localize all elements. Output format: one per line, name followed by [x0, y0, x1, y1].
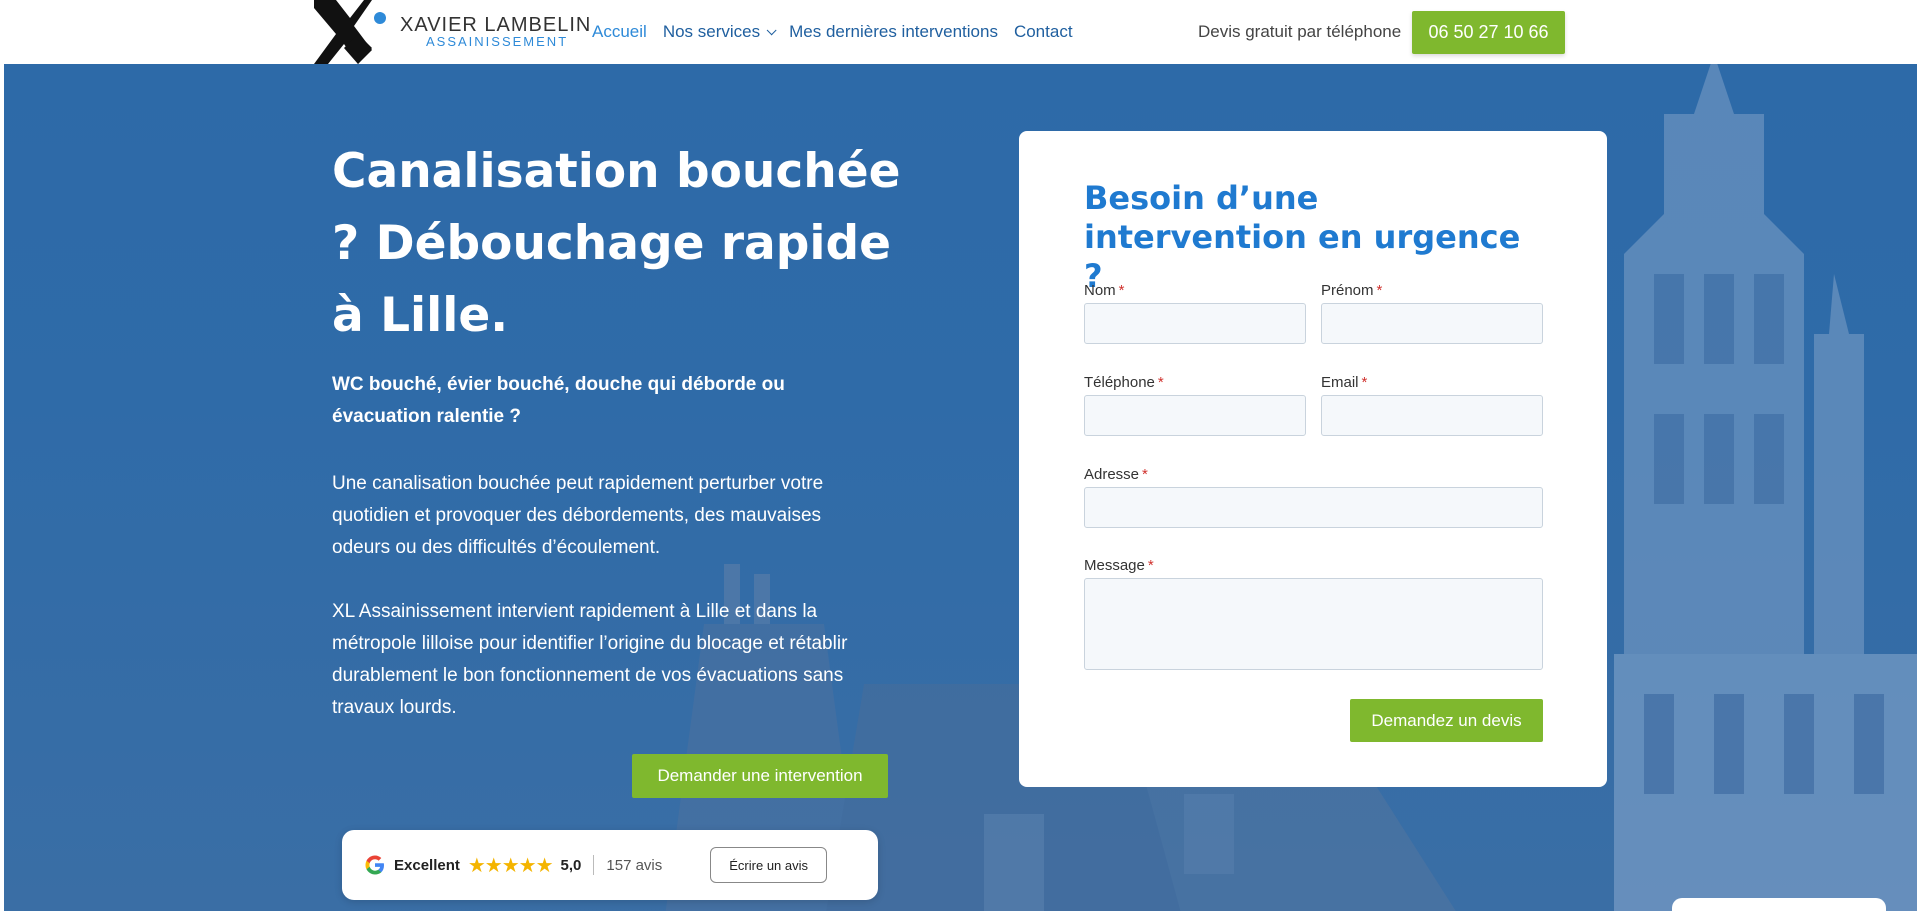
nav-item-interventions[interactable]: Mes dernières interventions	[789, 22, 998, 42]
required-mark: *	[1118, 282, 1125, 299]
message-label: Message *	[1084, 557, 1154, 574]
hero-section: Canalisation bouchée ? Débouchage rapide…	[4, 64, 1917, 911]
nav-item-accueil[interactable]: Accueil	[592, 22, 647, 42]
nav-item-services-label: Nos services	[662, 22, 761, 41]
nom-input[interactable]	[1084, 303, 1306, 344]
telephone-input[interactable]	[1084, 395, 1306, 436]
required-mark: *	[1157, 374, 1164, 391]
contact-form: Besoin d’une intervention en urgence ? N…	[1019, 131, 1607, 787]
phone-button[interactable]: 06 50 27 10 66	[1412, 11, 1565, 54]
hero-subtitle: WC bouché, évier bouché, douche qui débo…	[332, 374, 785, 427]
google-reviews-widget: Excellent ★★★★★ 5,0 157 avis Écrire un a…	[342, 830, 878, 900]
google-icon	[365, 855, 384, 875]
hero-paragraph-2: XL Assainissement intervient rapidement …	[332, 601, 848, 718]
prenom-label: Prénom *	[1321, 282, 1382, 299]
site-header: XAVIER LAMBELIN ASSAINISSEMENT Accueil N…	[0, 0, 1920, 64]
logo[interactable]: XAVIER LAMBELIN ASSAINISSEMENT	[314, 0, 590, 64]
chevron-down-icon	[766, 24, 777, 35]
reviews-count: 157 avis	[606, 856, 663, 874]
required-mark: *	[1142, 466, 1148, 483]
write-review-button[interactable]: Écrire un avis	[710, 847, 828, 883]
hero-title: Canalisation bouchée ? Débouchage rapide…	[332, 144, 901, 343]
email-input[interactable]	[1321, 395, 1543, 436]
prenom-input[interactable]	[1321, 303, 1543, 344]
reviews-label: Excellent	[394, 856, 460, 874]
logo-subtitle: ASSAINISSEMENT	[426, 34, 569, 49]
submit-quote-button[interactable]: Demandez un devis	[1350, 699, 1543, 742]
corner-widget[interactable]	[1672, 898, 1886, 911]
message-textarea[interactable]	[1084, 578, 1543, 670]
email-label-text: Email	[1321, 374, 1359, 391]
reviews-score: 5,0	[560, 856, 582, 874]
adresse-label: Adresse *	[1084, 466, 1148, 483]
header-cta-text: Devis gratuit par téléphone	[1198, 22, 1402, 41]
adresse-label-text: Adresse	[1084, 466, 1140, 483]
prenom-label-text: Prénom	[1321, 282, 1374, 299]
required-mark: *	[1147, 557, 1154, 574]
hero-paragraph-1: Une canalisation bouchée peut rapidement…	[332, 473, 824, 558]
adresse-input[interactable]	[1084, 487, 1543, 528]
required-mark: *	[1361, 374, 1368, 391]
nom-label: Nom *	[1084, 282, 1125, 299]
telephone-label-text: Téléphone	[1084, 374, 1155, 391]
form-title: Besoin d’une intervention en urgence ?	[1084, 179, 1521, 295]
nav-item-services[interactable]: Nos services	[662, 22, 777, 42]
telephone-label: Téléphone *	[1084, 374, 1164, 391]
logo-mark-icon	[314, 0, 386, 64]
nav-item-contact[interactable]: Contact	[1014, 22, 1073, 42]
message-label-text: Message	[1084, 557, 1145, 574]
request-intervention-button[interactable]: Demander une intervention	[632, 754, 888, 798]
email-label: Email *	[1321, 374, 1367, 391]
star-rating-icon: ★★★★★	[467, 854, 554, 877]
required-mark: *	[1376, 282, 1383, 299]
reviews-divider	[593, 855, 595, 875]
main-nav: Accueil Nos services Mes dernières inter…	[592, 22, 1073, 42]
nom-label-text: Nom	[1084, 282, 1116, 299]
